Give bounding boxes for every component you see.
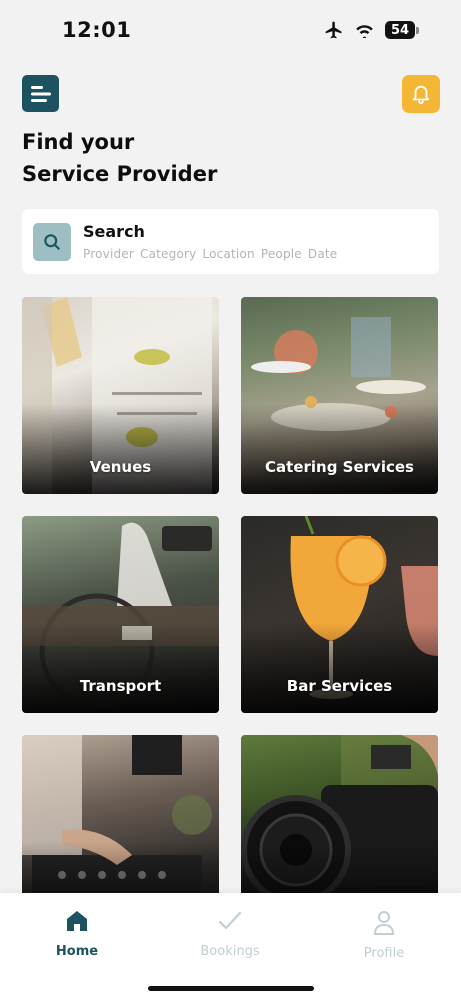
page-title-line1: Find your	[22, 130, 135, 154]
battery-level: 54	[385, 21, 415, 39]
airplane-icon	[325, 21, 342, 39]
checkmark-icon	[218, 911, 242, 930]
page-title-line2: Service Provider	[22, 162, 218, 186]
nav-bookings-label: Bookings	[200, 944, 260, 959]
status-time: 12:01	[62, 18, 132, 42]
nav-home-label: Home	[55, 944, 99, 959]
category-label: Catering Services	[265, 458, 414, 476]
status-bar: 12:01 54	[0, 0, 461, 62]
wifi-icon	[356, 25, 373, 38]
nav-profile-label: Profile	[363, 946, 405, 961]
nav-profile[interactable]: Profile	[324, 909, 444, 961]
category-card-venues[interactable]: Venues	[22, 297, 219, 494]
category-label: Bar Services	[286, 677, 393, 695]
category-label: Venues	[89, 458, 152, 476]
search-subtitle: Provider Category Location People Date	[83, 247, 338, 261]
home-icon	[67, 911, 87, 931]
search-icon	[44, 234, 60, 250]
page-title: Find your Service Provider	[22, 126, 217, 190]
category-card-catering[interactable]: Catering Services	[241, 297, 438, 494]
home-indicator	[148, 986, 314, 991]
menu-icon	[30, 85, 51, 102]
bottom-nav: Home Bookings Profile	[0, 893, 461, 1000]
search-title: Search	[83, 222, 145, 241]
status-icons: 54	[324, 20, 419, 40]
category-card-bar[interactable]: Bar Services	[241, 516, 438, 713]
category-label: Transport	[79, 677, 162, 695]
search-icon-box	[33, 223, 71, 261]
notifications-button[interactable]	[402, 75, 440, 113]
nav-home[interactable]: Home	[17, 907, 137, 959]
menu-button[interactable]	[22, 75, 59, 112]
search-card[interactable]: Search Provider Category Location People…	[22, 209, 439, 274]
user-icon	[373, 911, 395, 935]
battery-icon: 54	[385, 21, 419, 39]
nav-bookings[interactable]: Bookings	[170, 907, 290, 959]
bell-icon	[412, 85, 430, 105]
category-card-transport[interactable]: Transport	[22, 516, 219, 713]
